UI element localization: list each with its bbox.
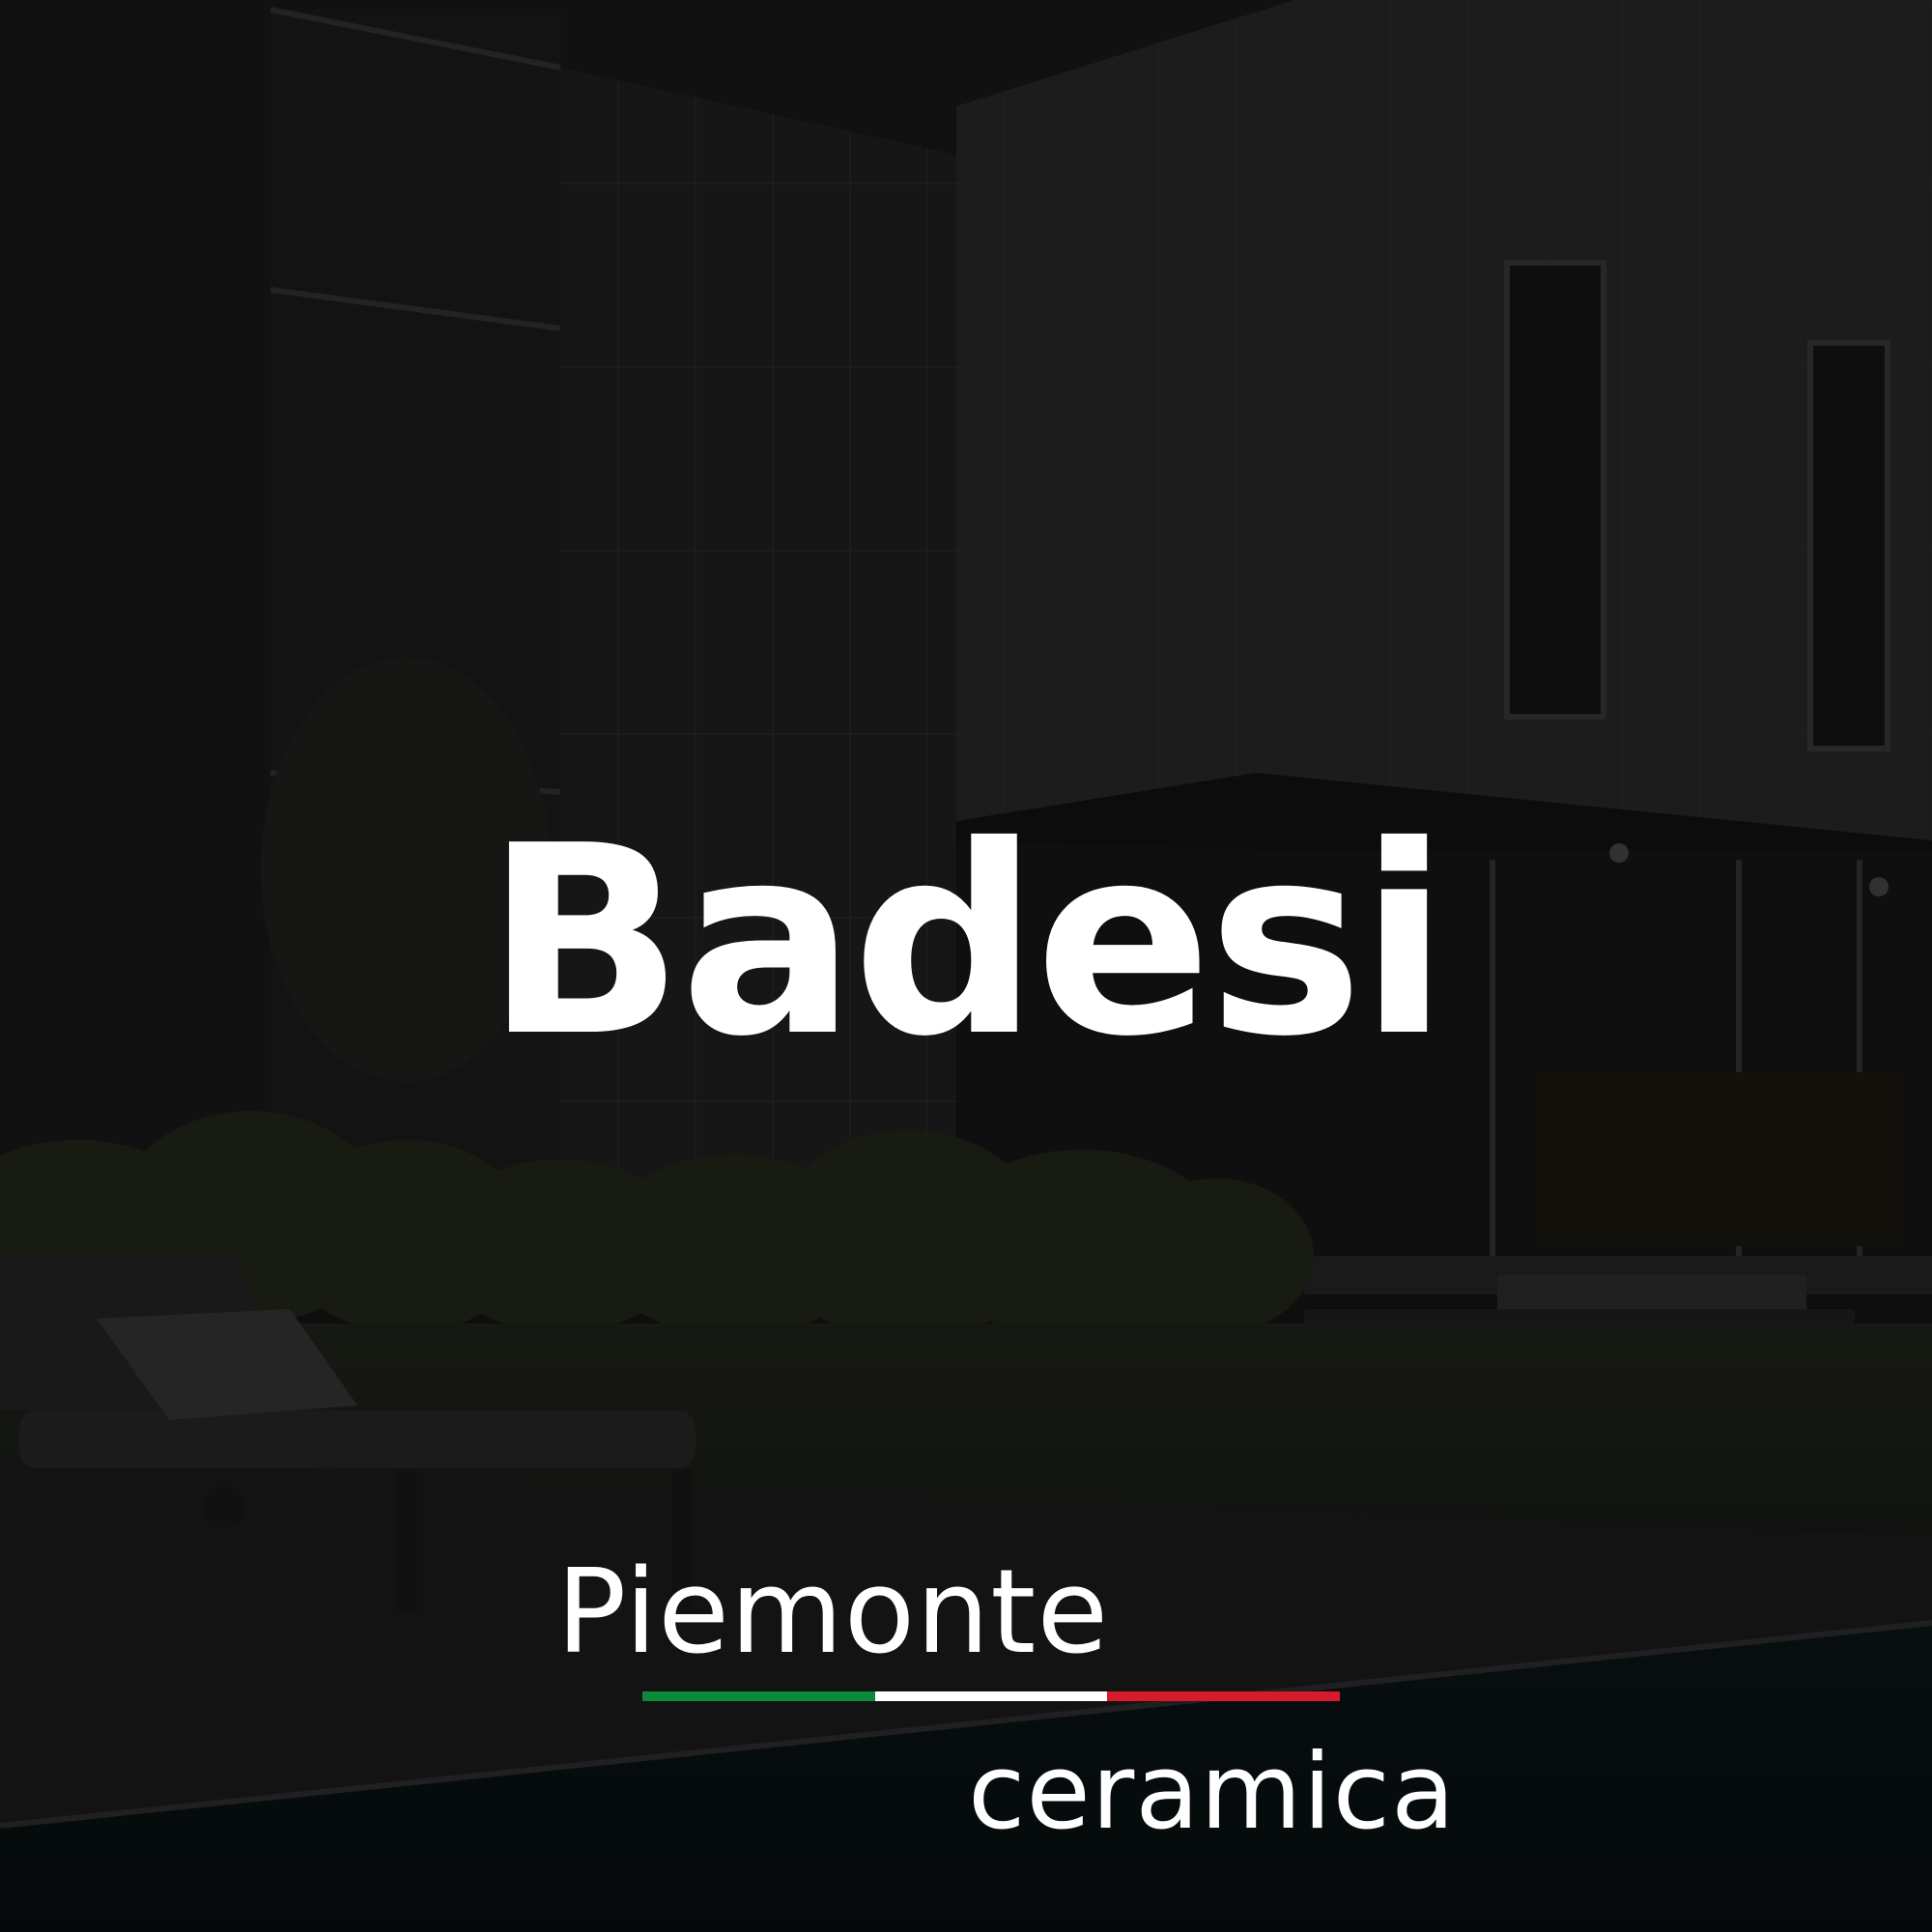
italian-flag-stripe [642, 1691, 1341, 1701]
ad-canvas: Badesi Piemonte ceramica [0, 0, 1932, 1932]
flag-green-stripe [642, 1691, 875, 1701]
flag-red-stripe [1107, 1691, 1341, 1701]
flag-white-stripe [874, 1691, 1108, 1701]
collection-title: Badesi [485, 789, 1449, 1094]
brand-name-line1: Piemonte [556, 1546, 1110, 1680]
brand-name-line2: ceramica [968, 1732, 1457, 1853]
